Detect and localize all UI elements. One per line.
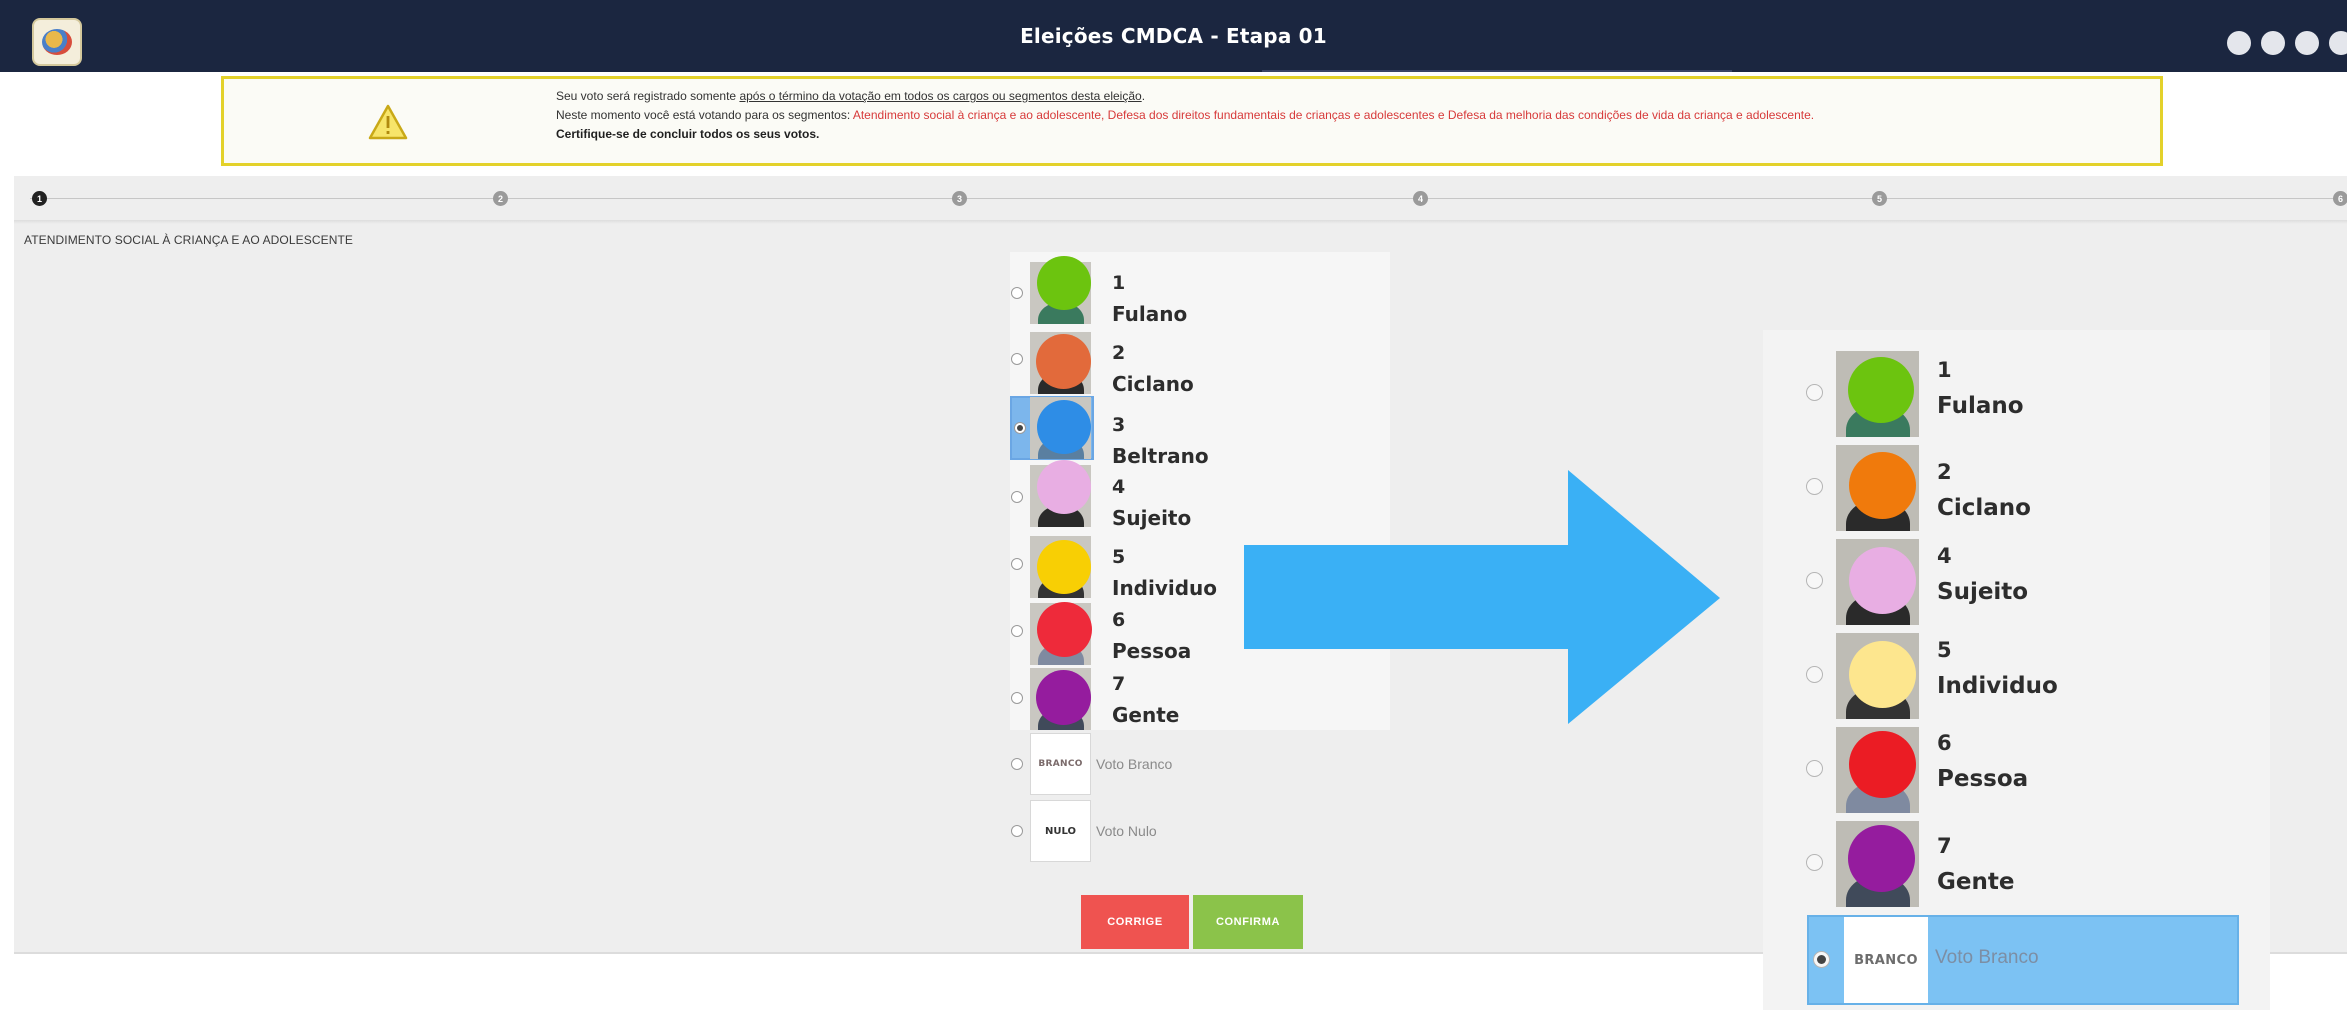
candidate-4-face [1037,460,1091,514]
page-title: Eleições CMDCA - Etapa 01 [1020,24,1327,48]
candidate-5-radio[interactable] [1011,558,1023,570]
blank-vote-box[interactable]: BRANCO [1030,733,1091,795]
candidate-1-radio[interactable] [1011,287,1023,299]
step-5[interactable]: 5 [1872,191,1887,206]
notice-line-3: Certifique-se de concluir todos os seus … [556,127,820,141]
zoom-candidate-7-face [1848,825,1915,892]
stepper-shadow [14,220,2347,224]
candidate-1-face [1037,256,1091,310]
candidate-6-face [1037,602,1092,657]
zoom-candidate-6-face [1849,731,1916,798]
title-underline [1262,70,1732,72]
candidate-1-number: 1 [1112,272,1126,294]
candidate-4-number: 4 [1112,476,1126,498]
blank-vote-label: Voto Branco [1096,756,1173,772]
candidate-2-radio[interactable] [1011,353,1023,365]
top-bar: Eleições CMDCA - Etapa 01 [0,0,2347,72]
zoom-candidate-6-name: Pessoa [1937,766,2029,792]
notice-line-1: Seu voto será registrado somente após o … [556,89,1146,103]
null-vote-box[interactable]: NULO [1030,800,1091,862]
step-1[interactable]: 1 [32,191,47,206]
zoom-candidate-4-radio[interactable] [1806,572,1823,589]
zoom-candidate-4-number: 4 [1937,544,1952,568]
candidate-3-number: 3 [1112,414,1126,436]
notice-text: Seu voto será registrado somente após o … [556,87,2096,144]
notice-segments: Atendimento social à criança e ao adoles… [852,108,1815,122]
zoom-candidate-5-face [1849,641,1916,708]
zoom-candidate-2-radio[interactable] [1806,478,1823,495]
step-2[interactable]: 2 [493,191,508,206]
zoom-candidate-1-radio[interactable] [1806,384,1823,401]
notice-line-2: Neste momento você está votando para os … [556,108,1815,122]
null-vote-radio[interactable] [1011,825,1023,837]
candidate-5-number: 5 [1112,546,1126,568]
zoom-candidate-2-name: Ciclano [1937,495,2031,521]
candidate-3-name: Beltrano [1112,444,1209,468]
zoom-blank-vote-radio[interactable] [1813,951,1830,968]
candidate-5-name: Individuo [1112,576,1218,600]
null-vote-label: Voto Nulo [1096,823,1157,839]
zoom-candidate-1-name: Fulano [1937,393,2024,419]
candidate-6-number: 6 [1112,609,1126,631]
candidate-6-radio[interactable] [1011,625,1023,637]
segment-title: ATENDIMENTO SOCIAL À CRIANÇA E AO ADOLES… [24,233,354,247]
candidate-7-name: Gente [1112,703,1180,727]
zoom-candidate-6-number: 6 [1937,731,1952,755]
corrige-button[interactable]: CORRIGE [1081,895,1189,949]
zoom-candidate-5-radio[interactable] [1806,666,1823,683]
step-3[interactable]: 3 [952,191,967,206]
window-control-2[interactable] [2261,31,2285,55]
candidate-7-radio[interactable] [1011,692,1023,704]
candidate-3-radio[interactable] [1014,422,1026,434]
candidate-6-name: Pessoa [1112,639,1192,663]
candidate-3-face [1037,400,1091,454]
zoom-candidate-7-number: 7 [1937,834,1952,858]
window-controls [2227,31,2347,55]
blank-vote-radio[interactable] [1011,758,1023,770]
window-control-3[interactable] [2295,31,2319,55]
candidate-1-name: Fulano [1112,302,1188,326]
step-6[interactable]: 6 [2333,191,2347,206]
step-4[interactable]: 4 [1413,191,1428,206]
window-control-1[interactable] [2227,31,2251,55]
candidate-5-face [1037,540,1091,594]
zoom-candidate-7-name: Gente [1937,869,2015,895]
zoom-candidate-7-radio[interactable] [1806,854,1823,871]
candidate-4-radio[interactable] [1011,491,1023,503]
zoom-candidate-2-number: 2 [1937,460,1952,484]
zoom-candidate-1-number: 1 [1937,358,1952,382]
zoom-blank-vote-box[interactable]: BRANCO [1844,917,1928,1003]
window-control-4[interactable] [2329,31,2347,55]
zoom-candidate-2-face [1849,452,1916,519]
candidate-4-name: Sujeito [1112,506,1192,530]
candidate-2-number: 2 [1112,342,1126,364]
confirma-button[interactable]: CONFIRMA [1193,895,1303,949]
stepper-line [30,198,2342,199]
right-arrow-icon [1244,470,1720,724]
notice-underlined: após o término da votação em todos os ca… [739,89,1142,103]
zoom-candidate-4-name: Sujeito [1937,579,2029,605]
zoom-candidate-6-radio[interactable] [1806,760,1823,777]
zoom-candidate-5-number: 5 [1937,638,1952,662]
zoom-candidate-4-face [1849,547,1916,614]
zoom-candidate-1-face [1848,357,1914,423]
zoom-candidate-5-name: Individuo [1937,673,2058,699]
candidate-7-face [1036,670,1091,725]
warning-triangle-icon [368,104,408,140]
candidate-2-name: Ciclano [1112,372,1194,396]
candidate-2-face [1036,334,1091,389]
candidate-7-number: 7 [1112,673,1126,695]
zoom-blank-vote-label: Voto Branco [1935,947,2039,968]
